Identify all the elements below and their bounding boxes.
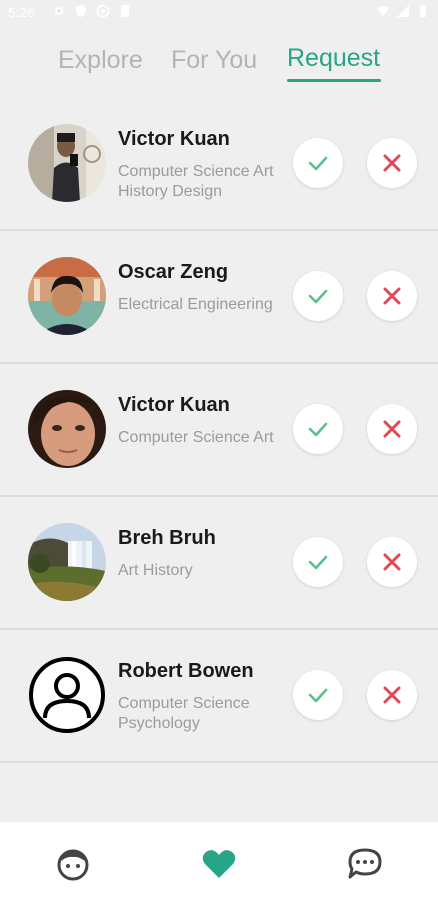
notification-icons: [52, 4, 132, 18]
request-major: Computer Science Art: [118, 429, 274, 446]
accept-button[interactable]: [293, 537, 343, 587]
tab-bar: Explore For You Request: [0, 40, 438, 90]
gear-icon: [55, 7, 63, 15]
accept-button[interactable]: [293, 138, 343, 188]
list-item[interactable]: Victor Kuan Computer Science Art: [0, 364, 438, 497]
request-major: Computer Science Psychology: [118, 695, 250, 732]
battery-icon: [420, 4, 426, 17]
bottom-nav: [0, 822, 438, 900]
list-item[interactable]: Robert Bowen Computer Science Psychology: [0, 630, 438, 763]
list-item[interactable]: Victor Kuan Computer Science Art History…: [0, 98, 438, 231]
request-major: Electrical Engineering: [118, 296, 273, 313]
close-icon: [383, 287, 401, 305]
reject-button[interactable]: [367, 271, 417, 321]
wifi-icon: [377, 6, 389, 16]
list-item[interactable]: Breh Bruh Art History: [0, 497, 438, 630]
request-major: Art History: [118, 562, 193, 579]
request-name: Victor Kuan: [118, 128, 230, 150]
reject-button[interactable]: [367, 138, 417, 188]
avatar: [28, 257, 106, 335]
checkmark-icon: [308, 688, 328, 703]
request-list: Victor Kuan Computer Science Art History…: [0, 98, 438, 763]
nav-profile[interactable]: [53, 844, 93, 884]
tab-for-you[interactable]: For You: [171, 46, 257, 75]
signal-icon: [397, 5, 409, 17]
heart-icon: [202, 850, 236, 878]
checkmark-icon: [308, 156, 328, 171]
accept-button[interactable]: [293, 404, 343, 454]
checkmark-icon: [308, 555, 328, 570]
request-name: Victor Kuan: [118, 394, 230, 416]
sd-card-icon: [121, 5, 129, 17]
target-icon: [96, 4, 110, 18]
user-icon: [29, 657, 105, 733]
avatar: [28, 656, 106, 734]
shield-icon: [76, 5, 86, 17]
close-icon: [383, 420, 401, 438]
tab-request[interactable]: Request: [287, 44, 380, 73]
close-icon: [383, 154, 401, 172]
accept-button[interactable]: [293, 670, 343, 720]
checkmark-icon: [308, 289, 328, 304]
request-name: Breh Bruh: [118, 527, 216, 549]
request-name: Oscar Zeng: [118, 261, 229, 283]
status-bar: 5:26: [0, 0, 438, 26]
request-name: Robert Bowen: [118, 660, 254, 682]
avatar: [28, 523, 106, 601]
reject-button[interactable]: [367, 670, 417, 720]
close-icon: [383, 686, 401, 704]
request-major: Computer Science Art History Design: [118, 163, 274, 200]
list-item[interactable]: Oscar Zeng Electrical Engineering: [0, 231, 438, 364]
avatar: [28, 390, 106, 468]
nav-likes[interactable]: [199, 844, 239, 884]
checkmark-icon: [308, 422, 328, 437]
avatar: [28, 124, 106, 202]
reject-button[interactable]: [367, 537, 417, 587]
status-time: 5:26: [8, 5, 36, 20]
nav-chat[interactable]: [345, 844, 385, 884]
chat-icon: [348, 848, 382, 879]
active-tab-indicator: [287, 79, 381, 82]
accept-button[interactable]: [293, 271, 343, 321]
tab-explore[interactable]: Explore: [58, 46, 143, 75]
reject-button[interactable]: [367, 404, 417, 454]
close-icon: [383, 553, 401, 571]
face-icon: [57, 849, 89, 881]
system-icons: [376, 4, 430, 18]
